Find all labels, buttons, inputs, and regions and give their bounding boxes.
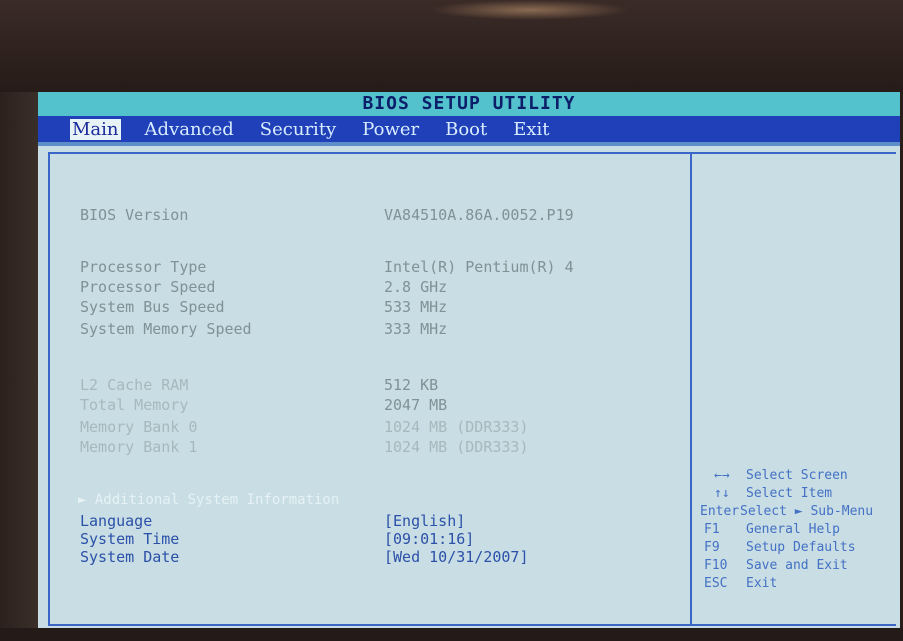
help-key-esc: ESC [704, 576, 728, 591]
content-area: BIOS Version VA84510A.86A.0052.P19 Proce… [38, 142, 900, 628]
memory-bank-1-label: Memory Bank 1 [80, 438, 198, 456]
help-key-arrows-lr: ←→ [714, 468, 730, 483]
system-bus-speed-label: System Bus Speed [80, 298, 225, 316]
processor-speed-label: Processor Speed [80, 278, 216, 296]
bios-version-label: BIOS Version [80, 206, 189, 224]
tab-main[interactable]: Main [70, 118, 121, 140]
system-memory-speed-label: System Memory Speed [80, 320, 252, 338]
processor-speed-value: 2.8 GHz [384, 278, 448, 296]
help-panel: ←→ Select Screen ↑↓ Select Item Enter Se… [690, 152, 896, 626]
help-desc-select-item: Select Item [746, 486, 833, 501]
memory-bank-1-value: 1024 MB (DDR333) [384, 438, 529, 456]
l2-cache-value: 512 KB [384, 376, 439, 394]
monitor-bezel-left [0, 92, 38, 628]
tab-security[interactable]: Security [258, 119, 338, 140]
bios-title: BIOS SETUP UTILITY [38, 92, 900, 116]
help-key-f10: F10 [704, 558, 728, 573]
total-memory-value: 2047 MB [384, 396, 448, 414]
system-memory-speed-value: 333 MHz [384, 320, 448, 338]
screen-glare [430, 0, 630, 20]
help-desc-setup-defaults: Setup Defaults [746, 540, 856, 555]
bios-screen: BIOS SETUP UTILITY Main Advanced Securit… [38, 92, 900, 628]
help-desc-select-screen: Select Screen [746, 468, 848, 483]
tab-advanced[interactable]: Advanced [143, 119, 236, 140]
menu-bar: Main Advanced Security Power Boot Exit [38, 116, 900, 142]
main-panel: BIOS Version VA84510A.86A.0052.P19 Proce… [48, 152, 692, 626]
processor-type-value: Intel(R) Pentium(R) 4 [384, 258, 574, 276]
additional-system-info-submenu[interactable]: ► Additional System Information [78, 492, 339, 508]
bios-version-value: VA84510A.86A.0052.P19 [384, 206, 574, 224]
tab-exit[interactable]: Exit [511, 119, 551, 140]
l2-cache-label: L2 Cache RAM [80, 376, 189, 394]
memory-bank-0-value: 1024 MB (DDR333) [384, 418, 529, 436]
monitor-bezel-bottom [0, 628, 903, 641]
tab-boot[interactable]: Boot [443, 119, 489, 140]
language-label: Language [80, 512, 153, 530]
help-key-enter: Enter [700, 504, 740, 519]
help-key-arrows-ud: ↑↓ [714, 486, 730, 501]
processor-type-label: Processor Type [80, 258, 207, 276]
total-memory-label: Total Memory [80, 396, 189, 414]
system-date-label: System Date [80, 548, 180, 566]
tab-power[interactable]: Power [360, 119, 421, 140]
system-time-field[interactable]: [09:01:16] [384, 530, 474, 548]
system-time-label: System Time [80, 530, 180, 548]
help-key-f9: F9 [704, 540, 720, 555]
language-field[interactable]: [English] [384, 512, 465, 530]
help-key-f1: F1 [704, 522, 720, 537]
memory-bank-0-label: Memory Bank 0 [80, 418, 198, 436]
system-date-field[interactable]: [Wed 10/31/2007] [384, 548, 529, 566]
system-bus-speed-value: 533 MHz [384, 298, 448, 316]
help-desc-exit: Exit [746, 576, 778, 591]
help-desc-general-help: General Help [746, 522, 840, 537]
help-desc-save-exit: Save and Exit [746, 558, 848, 573]
help-desc-sub-menu: Select ► Sub-Menu [740, 504, 874, 519]
